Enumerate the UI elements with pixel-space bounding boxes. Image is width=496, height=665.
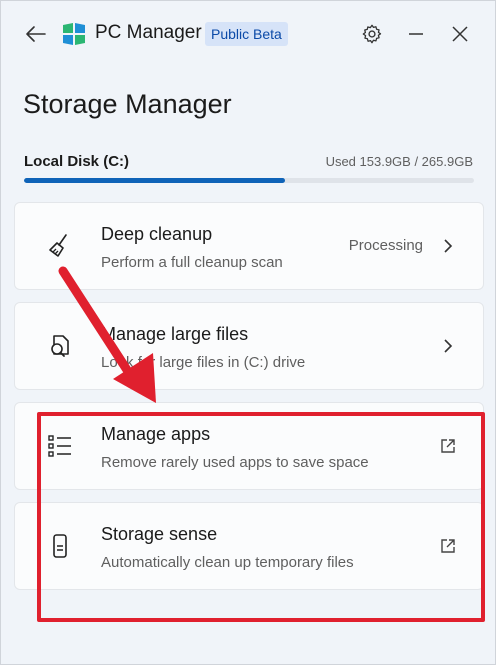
card-title: Deep cleanup: [101, 224, 213, 244]
pc-manager-logo-icon: [61, 21, 87, 47]
file-search-icon: [45, 331, 75, 361]
disk-usage-bar: [24, 178, 474, 183]
page-title: Storage Manager: [23, 89, 232, 119]
app-window: PC Manager Public Beta Storage Manager L…: [0, 0, 496, 665]
card-title: Storage sense: [101, 524, 218, 544]
beta-badge: Public Beta: [205, 22, 288, 46]
card-title: Manage apps: [101, 424, 211, 444]
card-description: Look for large files in (C:) drive: [101, 354, 306, 371]
close-icon: [452, 26, 468, 42]
card-status: Processing: [348, 237, 423, 254]
card-title: Manage large files: [101, 324, 249, 344]
back-button[interactable]: [21, 19, 51, 49]
external-link-icon: [437, 535, 459, 557]
minimize-icon: [409, 33, 423, 35]
manage-apps-card[interactable]: Manage apps Remove rarely used apps to s…: [14, 402, 484, 490]
title-bar: PC Manager Public Beta: [1, 1, 495, 65]
external-link-icon: [437, 435, 459, 457]
disk-usage-fill: [24, 178, 285, 183]
card-description: Perform a full cleanup scan: [101, 254, 283, 271]
deep-cleanup-card[interactable]: Deep cleanup Perform a full cleanup scan…: [14, 202, 484, 290]
close-button[interactable]: [445, 19, 475, 49]
arrow-left-icon: [26, 26, 46, 42]
storage-sense-card[interactable]: Storage sense Automatically clean up tem…: [14, 502, 484, 590]
chevron-right-icon: [437, 335, 459, 357]
chevron-right-icon: [437, 235, 459, 257]
manage-large-files-card[interactable]: Manage large files Look for large files …: [14, 302, 484, 390]
gear-icon: [362, 24, 382, 44]
app-title: PC Manager: [95, 22, 202, 43]
list-icon: [45, 431, 75, 461]
settings-button[interactable]: [357, 19, 387, 49]
disk-usage-text: Used 153.9GB / 265.9GB: [325, 154, 473, 169]
minimize-button[interactable]: [401, 19, 431, 49]
card-description: Automatically clean up temporary files: [101, 554, 354, 571]
disk-label: Local Disk (C:): [24, 153, 130, 170]
phone-storage-icon: [45, 531, 75, 561]
broom-icon: [45, 231, 75, 261]
card-description: Remove rarely used apps to save space: [101, 454, 369, 471]
